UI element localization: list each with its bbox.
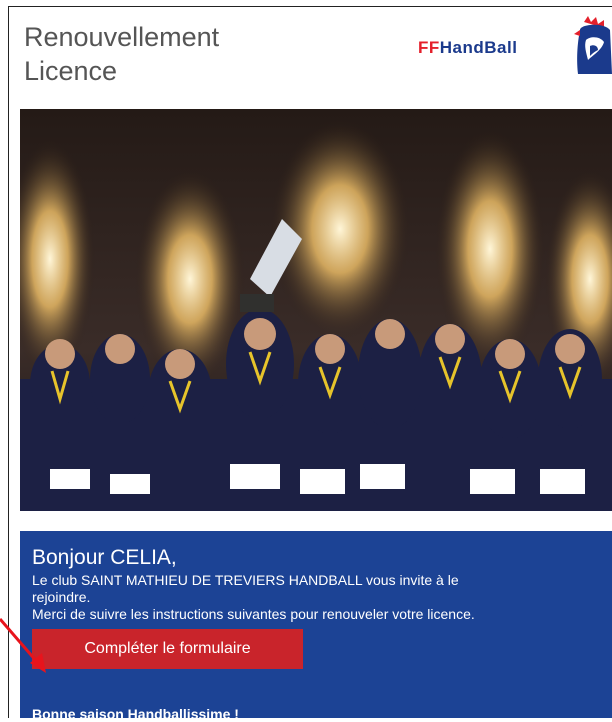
red-arrow-icon bbox=[0, 618, 46, 673]
page-title: Renouvellement Licence bbox=[24, 20, 324, 88]
logo-handball-text: HandBall bbox=[439, 38, 518, 57]
greeting-text: Bonjour CELIA, bbox=[32, 546, 177, 569]
title-line-1: Renouvellement bbox=[24, 22, 220, 52]
message-line-2: rejoindre. bbox=[32, 589, 91, 605]
message-line-1: Le club SAINT MATHIEU DE TREVIERS HANDBA… bbox=[32, 572, 459, 588]
title-line-2: Licence bbox=[24, 56, 118, 86]
team-celebration-photo bbox=[20, 109, 612, 511]
ffhandball-logo-text: FFHandBall bbox=[418, 38, 517, 58]
logo-ff-text: FF bbox=[418, 38, 440, 57]
rooster-logo-icon bbox=[574, 16, 612, 74]
message-line-3: Merci de suivre les instructions suivant… bbox=[32, 606, 475, 622]
complete-form-button[interactable]: Compléter le formulaire bbox=[32, 629, 303, 669]
closing-text: Bonne saison Handballissime ! bbox=[32, 706, 239, 722]
invitation-message: Le club SAINT MATHIEU DE TREVIERS HANDBA… bbox=[32, 572, 577, 623]
invitation-panel: Bonjour CELIA, Le club SAINT MATHIEU DE … bbox=[20, 531, 612, 722]
